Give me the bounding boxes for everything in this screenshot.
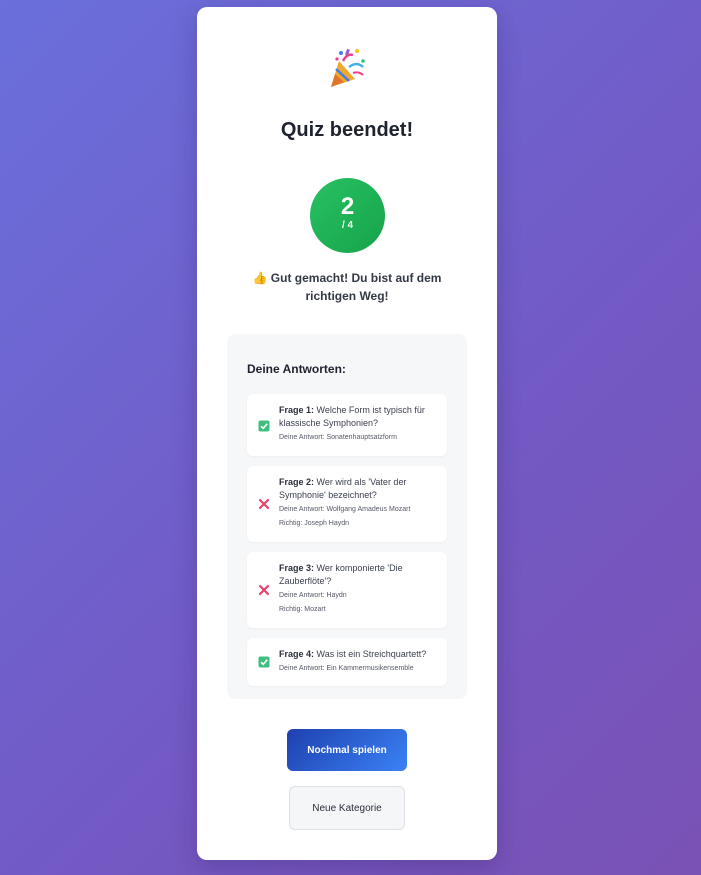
your-answer: Deine Antwort: Ein Kammermusikensemble [279,665,414,672]
your-answer: Deine Antwort: Haydn [279,592,347,599]
result-card: Quiz beendet! 2 / 4 👍 Gut gemacht! Du bi… [197,7,497,860]
play-again-button[interactable]: Nochmal spielen [287,729,407,771]
check-box-icon [258,420,270,432]
review-title: Deine Antworten: [247,362,346,376]
check-box-icon [258,656,270,668]
result-message: 👍 Gut gemacht! Du bist auf dem richtigen… [252,271,442,303]
question-text: Was ist ein Streichquartett? [316,649,427,659]
your-answer: Deine Antwort: Wolfgang Amadeus Mozart [279,506,411,513]
answer-item: Frage 1: Welche Form ist typisch für kla… [247,394,447,456]
question-label: Frage 1: [279,405,315,415]
question-label: Frage 3: [279,563,315,573]
question-label: Frage 2: [279,477,315,487]
cross-icon [258,498,270,510]
correct-answer: Richtig: Joseph Haydn [279,520,350,527]
party-popper-icon [331,48,365,87]
score-total: / 4 [341,220,354,231]
cross-icon [258,584,270,596]
score-badge: 2 / 4 [310,178,385,253]
answers-review: Deine Antworten: Frage 1: Welche Form is… [227,334,467,699]
correct-answer: Richtig: Mozart [279,606,326,613]
page-title: Quiz beendet! [280,119,414,141]
score-value: 2 [340,193,355,220]
answer-item: Frage 4: Was ist ein Streichquartett? De… [247,638,447,686]
your-answer: Deine Antwort: Sonatenhauptsatzform [279,434,397,441]
answer-item: Frage 3: Wer komponierte 'Die Zauberflöt… [247,552,447,628]
new-category-button[interactable]: Neue Kategorie [289,786,405,830]
answer-item: Frage 2: Wer wird als 'Vater der Symphon… [247,466,447,542]
question-label: Frage 4: [279,649,315,659]
